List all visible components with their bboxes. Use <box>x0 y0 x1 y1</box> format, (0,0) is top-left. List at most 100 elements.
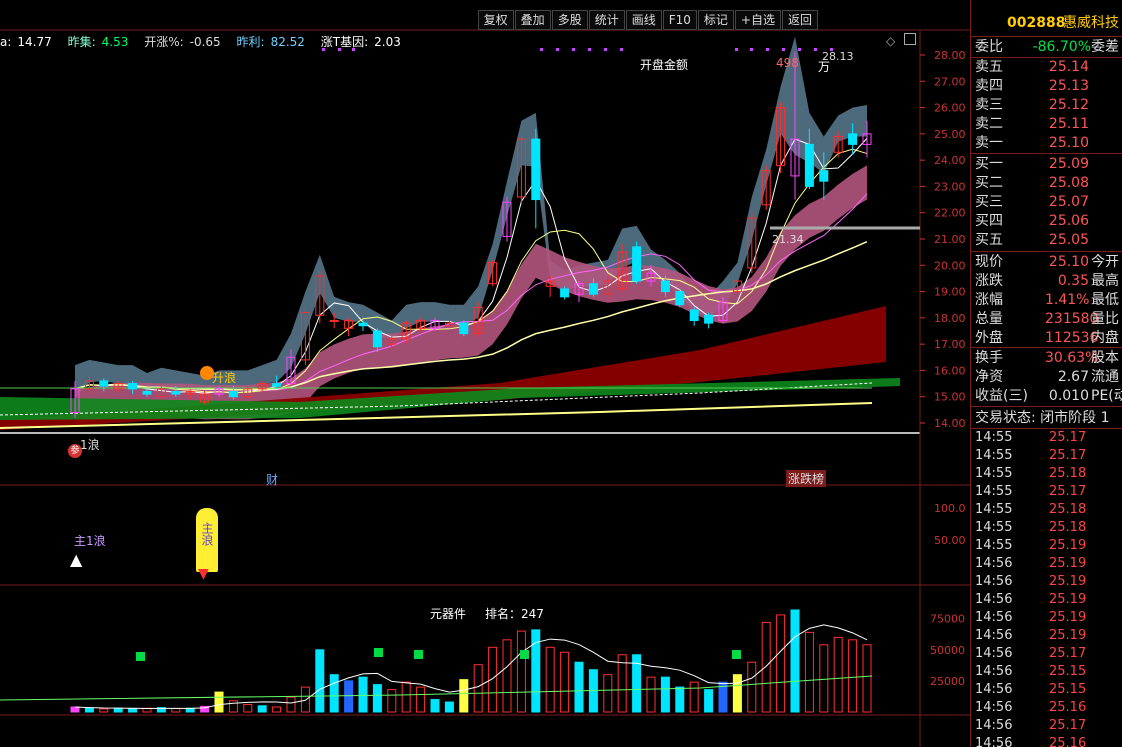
bid-row: 买四 25.06 <box>975 212 1122 230</box>
tick-price: 25.15 <box>1049 664 1087 679</box>
quote2-row: 收益(三) 0.010PE(动 <box>975 387 1122 405</box>
quote-extra-label: 量比 <box>1091 311 1119 327</box>
volume-bar <box>833 636 843 713</box>
volume-bar <box>790 609 800 713</box>
quote-label: 总量 <box>975 311 1003 327</box>
quote-value: 0.35 <box>1057 273 1089 289</box>
volume-bar <box>372 684 382 713</box>
volume-signal-square <box>374 648 383 657</box>
can-badge: 参 <box>68 444 82 458</box>
tick-row: 14:56 25.15 <box>975 663 1122 681</box>
tick-time: 14:56 <box>975 646 1013 661</box>
bid-row: 买三 25.07 <box>975 193 1122 211</box>
tick-price: 25.19 <box>1049 628 1087 643</box>
toolbar-diejia-button[interactable]: 叠加 <box>514 10 551 30</box>
volume-bars <box>0 609 873 713</box>
quote-label: 涨跌 <box>975 273 1003 289</box>
tick-price: 25.17 <box>1049 646 1087 661</box>
bid-label: 买三 <box>975 194 1003 210</box>
candle <box>704 312 714 329</box>
volume-axis-label: 75000 <box>930 613 965 626</box>
indicator-axis-label: 50.00 <box>934 534 966 547</box>
candle <box>675 288 685 308</box>
signal-dot <box>798 48 801 51</box>
tick-time: 14:56 <box>975 700 1013 715</box>
price-axis-label: 24.00 <box>934 154 966 167</box>
price-axis-label: 19.00 <box>934 286 966 299</box>
price-axis: 28.00 27.00 26.00 25.00 24.00 23.00 22.00 21.00… <box>920 49 966 688</box>
shengliang-label: 升浪 <box>212 371 237 385</box>
quote-value: 231580 <box>1045 311 1099 327</box>
bid-value: 25.09 <box>1048 156 1089 172</box>
quote2-row: 换手 30.63% 股本 <box>975 349 1122 367</box>
tick-row: 14:55 25.18 <box>975 519 1122 537</box>
bid-label: 买四 <box>975 213 1003 229</box>
diamond-icon[interactable]: ◇ <box>886 34 895 48</box>
price-axis-label: 20.00 <box>934 259 966 272</box>
signal-dot <box>322 48 325 51</box>
volume-bar <box>761 621 771 713</box>
toolbar-biaoji-button[interactable]: 标记 <box>697 10 734 30</box>
volume-bar <box>228 700 238 713</box>
price-chart-svg[interactable]: 28.00 27.00 26.00 25.00 24.00 23.00 22.00 21.00… <box>0 0 970 747</box>
toolbar-fuquan-button[interactable]: 复权 <box>477 10 514 30</box>
chart-bands <box>0 36 900 430</box>
ask-row: 卖三 25.12 <box>975 96 1122 114</box>
toolbar-f10-button[interactable]: F10 <box>662 10 697 30</box>
volume-signal-square <box>732 650 741 659</box>
tick-row: 14:56 25.15 <box>975 681 1122 699</box>
volume-bar <box>819 644 829 713</box>
quote-panel: 002888 惠威科技 委比 -86.70% 委差 卖五 25.14 卖四 25.13… <box>970 0 1122 747</box>
tick-row: 14:56 25.19 <box>975 555 1122 573</box>
tick-price: 25.19 <box>1049 574 1087 589</box>
quote2-value: 2.67 <box>1057 369 1089 385</box>
quote-value: 1.41% <box>1045 292 1090 308</box>
quote-label: 现价 <box>975 254 1003 270</box>
volume-bar <box>401 681 411 713</box>
volume-bar <box>444 701 454 713</box>
price-axis-label: 23.00 <box>934 180 966 193</box>
toolbar-tongji-button[interactable]: 统计 <box>588 10 625 30</box>
volume-bar <box>257 705 267 713</box>
signal-dot <box>604 48 607 51</box>
bid-label: 买一 <box>975 156 1003 172</box>
price-axis-label: 14.00 <box>934 417 966 430</box>
tick-price: 25.17 <box>1049 430 1087 445</box>
kline-chart-area[interactable]: a: 14.77 昨集: 4.53 开涨%: -0.65 昨利: 82.52 涨T基因:… <box>0 0 970 747</box>
ask-value: 25.10 <box>1048 135 1089 151</box>
yilang-label: 1浪 <box>80 438 100 452</box>
tick-price: 25.15 <box>1049 682 1087 697</box>
quote-row: 外盘 112536 内盘 <box>975 329 1122 347</box>
ask-row: 卖一 25.10 <box>975 134 1122 152</box>
tick-price: 25.16 <box>1049 736 1087 747</box>
tick-row: 14:55 25.18 <box>975 465 1122 483</box>
toolbar-fanhui-button[interactable]: 返回 <box>781 10 818 30</box>
cai-marker[interactable]: 财 <box>266 471 278 488</box>
quote-extra-label: 最高 <box>1091 273 1119 289</box>
tick-time: 14:55 <box>975 520 1013 535</box>
toolbar-zixuan-button[interactable]: +自选 <box>734 10 781 30</box>
bid-value: 25.08 <box>1048 175 1089 191</box>
window-icon[interactable] <box>904 33 916 45</box>
volume-bar <box>84 707 94 713</box>
tick-time: 14:56 <box>975 574 1013 589</box>
signal-dot <box>782 48 785 51</box>
price-axis-label: 28.00 <box>934 49 966 62</box>
toolbar-duogu-button[interactable]: 多股 <box>551 10 588 30</box>
volume-bar <box>113 707 123 713</box>
tick-time: 14:55 <box>975 466 1013 481</box>
volume-bar <box>689 681 699 713</box>
volume-bar <box>344 680 354 713</box>
quote2-extra-label: PE(动 <box>1091 388 1122 404</box>
tick-time: 14:55 <box>975 538 1013 553</box>
tick-row: 14:55 25.17 <box>975 429 1122 447</box>
tick-time: 14:55 <box>975 448 1013 463</box>
volume-bar <box>387 689 397 713</box>
tick-time: 14:56 <box>975 682 1013 697</box>
price-axis-label: 27.00 <box>934 75 966 88</box>
toolbar-huaxian-button[interactable]: 画线 <box>625 10 662 30</box>
signal-dot <box>338 48 341 51</box>
zhangdiebang-marker[interactable]: 涨跌榜 <box>786 470 827 487</box>
ask-label: 卖一 <box>975 135 1003 151</box>
price-axis-label: 16.00 <box>934 364 966 377</box>
